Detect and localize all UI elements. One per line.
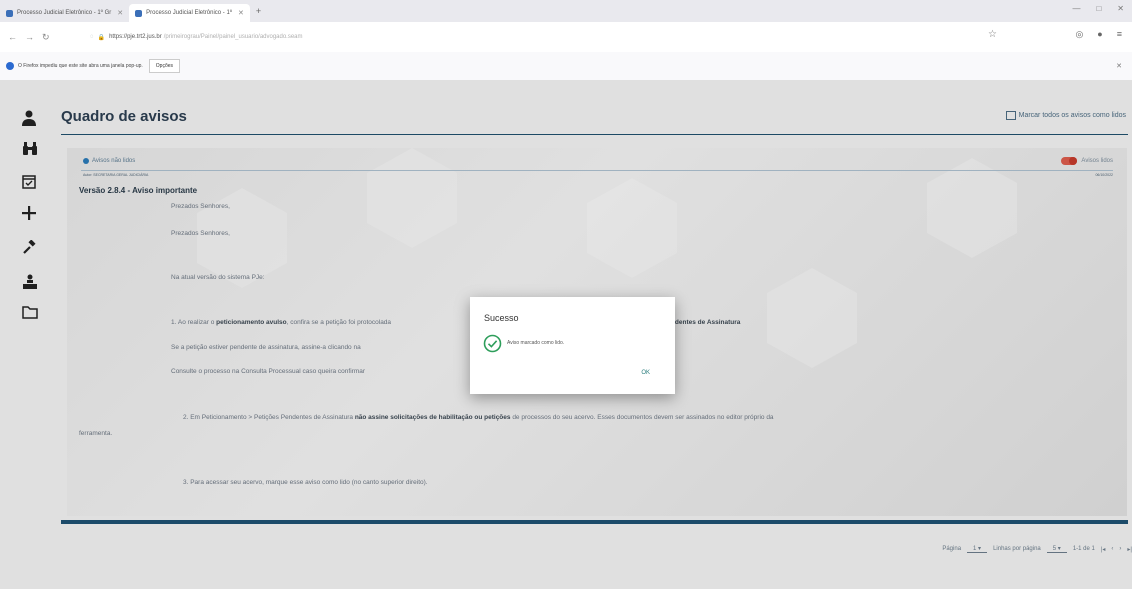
url-path: /primeirograu/Painel/painel_usuario/advo… (163, 34, 303, 40)
pje-favicon-icon (6, 9, 13, 17)
tab-label: Processo Judicial Eletrônico - 1º Gr (17, 10, 112, 16)
close-window-icon[interactable]: ✕ (1117, 4, 1124, 13)
shield-icon[interactable]: ◎ (1075, 29, 1083, 40)
browser-navbar: ← → ↻ ◌ 🔒 https://pje.trt2.jus.br /prime… (0, 22, 1132, 52)
toolbar-extensions: ◎ ● ≡ (1075, 29, 1122, 40)
close-tab-icon[interactable]: ✕ (238, 9, 244, 17)
popup-blocked-notification: O Firefox impediu que este site abra uma… (0, 52, 1132, 81)
menu-icon[interactable]: ≡ (1117, 29, 1122, 40)
ok-button[interactable]: OK (641, 370, 650, 376)
close-icon[interactable]: ✕ (1116, 62, 1122, 70)
check-circle-icon (483, 334, 502, 358)
bookmark-star-icon[interactable]: ☆ (988, 29, 997, 40)
close-tab-icon[interactable]: ✕ (117, 9, 123, 17)
browser-tabbar: Processo Judicial Eletrônico - 1º Gr ✕ P… (0, 0, 1132, 22)
browser-tab-2[interactable]: Processo Judicial Eletrônico - 1º ✕ (129, 4, 250, 22)
maximize-icon[interactable]: □ (1096, 4, 1101, 13)
info-icon (6, 62, 14, 70)
pje-favicon-icon (135, 9, 143, 17)
account-icon[interactable]: ● (1097, 29, 1102, 40)
shield-icon: ◌ (90, 34, 94, 40)
address-bar[interactable]: ◌ 🔒 https://pje.trt2.jus.br /primeirogra… (90, 28, 1100, 46)
forward-icon[interactable]: → (25, 32, 34, 42)
success-dialog: Sucesso Aviso marcado como lido. OK (470, 297, 675, 394)
lock-icon: 🔒 (97, 34, 106, 41)
new-tab-icon[interactable]: + (256, 6, 261, 16)
notification-text: O Firefox impediu que este site abra uma… (18, 63, 143, 69)
dialog-message: Aviso marcado como lido. (507, 340, 565, 346)
notification-options-button[interactable]: Opções (148, 59, 181, 73)
reload-icon[interactable]: ↻ (42, 32, 50, 43)
browser-tab-1[interactable]: Processo Judicial Eletrônico - 1º Gr ✕ (0, 4, 129, 22)
window-controls: — □ ✕ (1072, 4, 1124, 13)
tab-label: Processo Judicial Eletrônico - 1º (146, 10, 233, 16)
minimize-icon[interactable]: — (1072, 4, 1080, 13)
dialog-title: Sucesso (484, 313, 519, 323)
url-domain: https://pje.trt2.jus.br (109, 34, 162, 40)
back-icon[interactable]: ← (8, 32, 17, 42)
